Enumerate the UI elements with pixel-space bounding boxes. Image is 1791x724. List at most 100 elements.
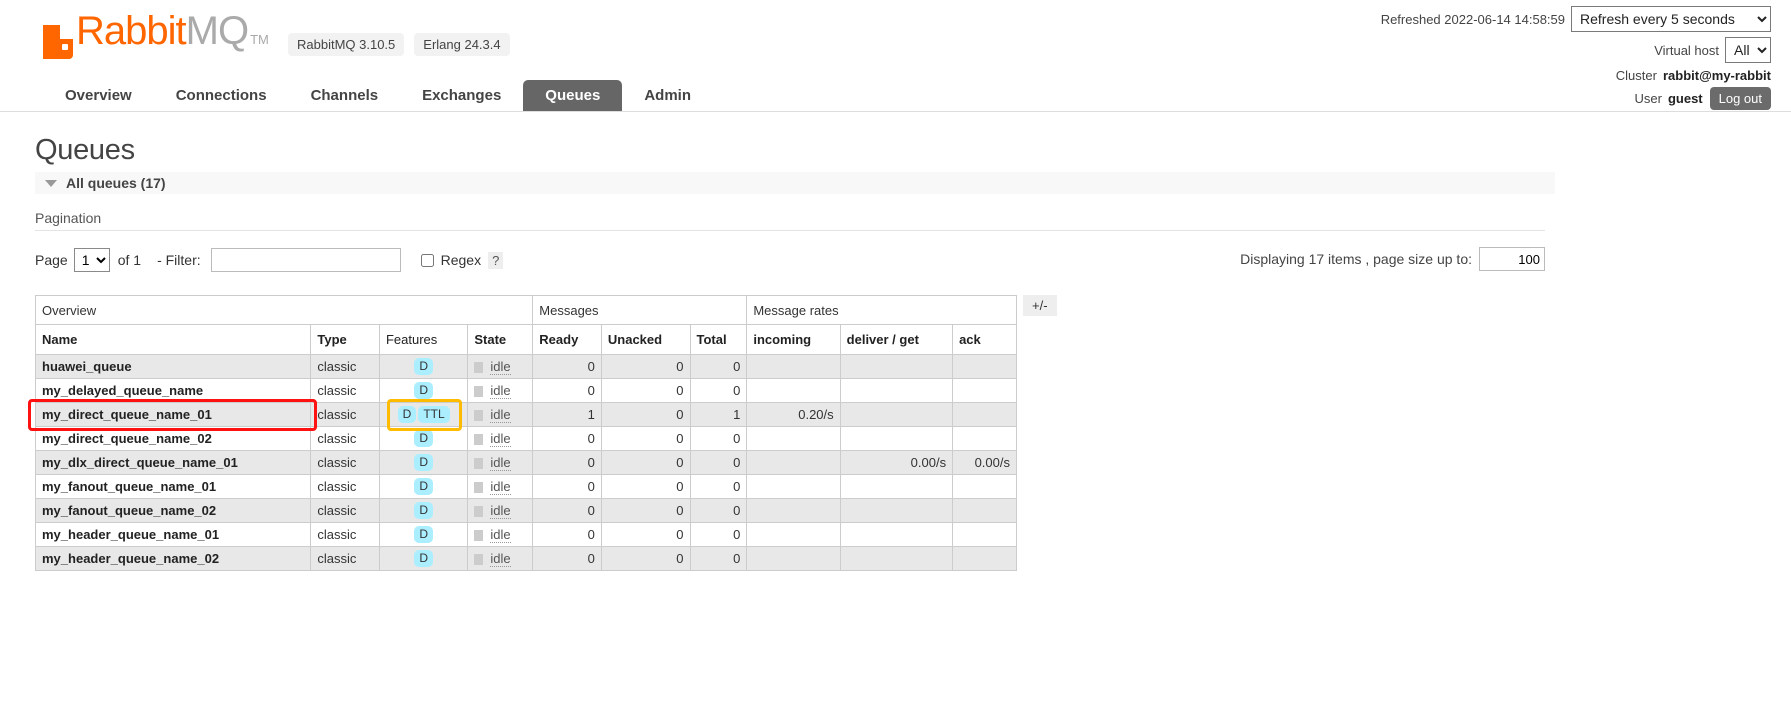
- messages-unacked-cell: 0: [600, 426, 691, 451]
- column-header-ready[interactable]: Ready: [532, 324, 602, 355]
- state-indicator-icon: [474, 554, 484, 566]
- collapse-triangle-icon[interactable]: [45, 179, 57, 187]
- logo-wordmark: RabbitMQ TM: [76, 11, 269, 59]
- queue-name-cell[interactable]: my_fanout_queue_name_01: [34, 474, 312, 499]
- regex-checkbox[interactable]: [420, 253, 434, 267]
- rabbitmq-logo[interactable]: RabbitMQ TM: [43, 11, 269, 59]
- queue-name-cell[interactable]: my_direct_queue_name_02: [34, 426, 312, 451]
- table-row[interactable]: my_delayed_queue_name classic Didle 0 0 0: [34, 378, 1017, 403]
- tab-channels[interactable]: Channels: [289, 80, 401, 111]
- column-header-unacked[interactable]: Unacked: [600, 324, 691, 355]
- queue-name-cell[interactable]: my_dlx_direct_queue_name_01: [34, 450, 312, 475]
- column-header-total[interactable]: Total: [689, 324, 748, 355]
- rate-deliver-get-cell: [839, 546, 954, 571]
- rate-incoming-cell: [746, 450, 841, 475]
- state-label: idle: [490, 359, 511, 375]
- messages-total-cell: 0: [689, 546, 748, 571]
- rate-incoming-cell: [746, 426, 841, 451]
- queue-name-cell[interactable]: my_delayed_queue_name: [34, 378, 312, 403]
- feature-badge-d: D: [414, 430, 433, 447]
- refresh-row: Refreshed 2022-06-14 14:58:59 Refresh ev…: [1381, 6, 1771, 32]
- state-indicator-icon: [474, 410, 484, 422]
- nav-item-exchanges[interactable]: Exchanges: [400, 80, 523, 111]
- refresh-interval-select[interactable]: Refresh every 5 seconds: [1571, 6, 1771, 32]
- main-navigation: Overview Connections Channels Exchanges …: [0, 78, 1791, 112]
- column-header-deliver-get[interactable]: deliver / get: [839, 324, 954, 355]
- queue-name-link[interactable]: my_direct_queue_name_02: [42, 431, 212, 446]
- feature-badge-d: D: [414, 478, 433, 495]
- column-header-name[interactable]: Name: [34, 324, 312, 355]
- queue-state-cell: idle: [467, 450, 534, 475]
- toggle-columns-button[interactable]: +/-: [1023, 295, 1057, 316]
- queue-name-cell[interactable]: huawei_queue: [34, 354, 312, 379]
- queue-state-cell: idle: [467, 426, 534, 451]
- table-row[interactable]: my_dlx_direct_queue_name_01 classic Didle 0…: [34, 450, 1017, 475]
- nav-item-overview[interactable]: Overview: [43, 80, 154, 111]
- table-row[interactable]: my_direct_queue_name_01 classic D TTL idle 1 0…: [34, 402, 1017, 427]
- regex-help-icon[interactable]: ?: [488, 251, 504, 269]
- column-header-incoming[interactable]: incoming: [746, 324, 841, 355]
- queue-name-link[interactable]: huawei_queue: [42, 359, 132, 374]
- state-label: idle: [490, 479, 511, 495]
- queue-state-cell: idle: [467, 402, 534, 427]
- queue-name-link[interactable]: my_header_queue_name_01: [42, 527, 219, 542]
- all-queues-section-header[interactable]: All queues (17): [35, 172, 1555, 194]
- column-header-type[interactable]: Type: [310, 324, 380, 355]
- tab-exchanges[interactable]: Exchanges: [400, 80, 523, 111]
- queue-name-link[interactable]: my_fanout_queue_name_01: [42, 479, 216, 494]
- messages-unacked-cell: 0: [600, 546, 691, 571]
- state-indicator-icon: [474, 386, 484, 398]
- queue-name-link[interactable]: my_delayed_queue_name: [42, 383, 203, 398]
- feature-badge-d: D: [414, 526, 433, 543]
- queue-type-cell: classic: [310, 498, 380, 523]
- column-header-features: Features: [378, 324, 469, 355]
- feature-badge-d: D: [414, 382, 433, 399]
- queue-name-cell[interactable]: my_header_queue_name_02: [34, 546, 312, 571]
- table-row[interactable]: my_header_queue_name_02 classic Didle 0 0 0: [34, 546, 1017, 571]
- page-size-input[interactable]: [1479, 247, 1545, 271]
- state-label: idle: [490, 455, 511, 471]
- page-count-label: of 1: [117, 252, 142, 268]
- page-number-select[interactable]: 1: [73, 248, 110, 272]
- state-indicator-icon: [474, 434, 484, 446]
- queue-type-cell: classic: [310, 426, 380, 451]
- table-row[interactable]: my_direct_queue_name_02 classic Didle 0 0 0: [34, 426, 1017, 451]
- queue-name-cell[interactable]: my_direct_queue_name_01: [34, 402, 312, 427]
- table-row[interactable]: my_header_queue_name_01 classic Didle 0 0 0: [34, 522, 1017, 547]
- nav-item-admin[interactable]: Admin: [622, 80, 713, 111]
- queue-type-cell: classic: [310, 546, 380, 571]
- tab-admin[interactable]: Admin: [622, 80, 713, 111]
- queue-name-link[interactable]: my_header_queue_name_02: [42, 551, 219, 566]
- tab-queues[interactable]: Queues: [523, 80, 623, 111]
- displaying-text: Displaying 17 items , page size up to:: [1240, 251, 1472, 267]
- column-header-state[interactable]: State: [467, 324, 534, 355]
- column-header-ack[interactable]: ack: [952, 324, 1017, 355]
- queues-table-head: Overview Messages Message rates Name Typ…: [34, 295, 1017, 355]
- queue-name-link[interactable]: my_dlx_direct_queue_name_01: [42, 455, 238, 470]
- queues-table-body: huawei_queue classic Didle 0 0 0 my_delayed_qu…: [34, 354, 1017, 571]
- rate-incoming-cell: [746, 522, 841, 547]
- filter-input[interactable]: [210, 248, 401, 272]
- table-row[interactable]: huawei_queue classic Didle 0 0 0: [34, 354, 1017, 379]
- state-label: idle: [490, 527, 511, 543]
- vhost-select[interactable]: All: [1725, 37, 1771, 63]
- rate-incoming-cell: [746, 474, 841, 499]
- queue-name-link[interactable]: my_direct_queue_name_01: [42, 407, 212, 422]
- rate-ack-cell: 0.00/s: [952, 450, 1017, 475]
- messages-ready-cell: 0: [532, 354, 602, 379]
- queue-name-cell[interactable]: my_fanout_queue_name_02: [34, 498, 312, 523]
- queue-name-link[interactable]: my_fanout_queue_name_02: [42, 503, 216, 518]
- messages-total-cell: 0: [689, 474, 748, 499]
- state-label: idle: [490, 407, 511, 423]
- queue-name-cell[interactable]: my_header_queue_name_01: [34, 522, 312, 547]
- tab-overview[interactable]: Overview: [43, 80, 154, 111]
- nav-item-connections[interactable]: Connections: [154, 80, 289, 111]
- rate-deliver-get-cell: [839, 522, 954, 547]
- table-row[interactable]: my_fanout_queue_name_02 classic Didle 0 0 0: [34, 498, 1017, 523]
- nav-item-queues[interactable]: Queues: [523, 80, 623, 111]
- queue-type-cell: classic: [310, 474, 380, 499]
- tab-connections[interactable]: Connections: [154, 80, 289, 111]
- nav-item-channels[interactable]: Channels: [289, 80, 401, 111]
- queue-state-cell: idle: [467, 522, 534, 547]
- table-row[interactable]: my_fanout_queue_name_01 classic Didle 0 0 0: [34, 474, 1017, 499]
